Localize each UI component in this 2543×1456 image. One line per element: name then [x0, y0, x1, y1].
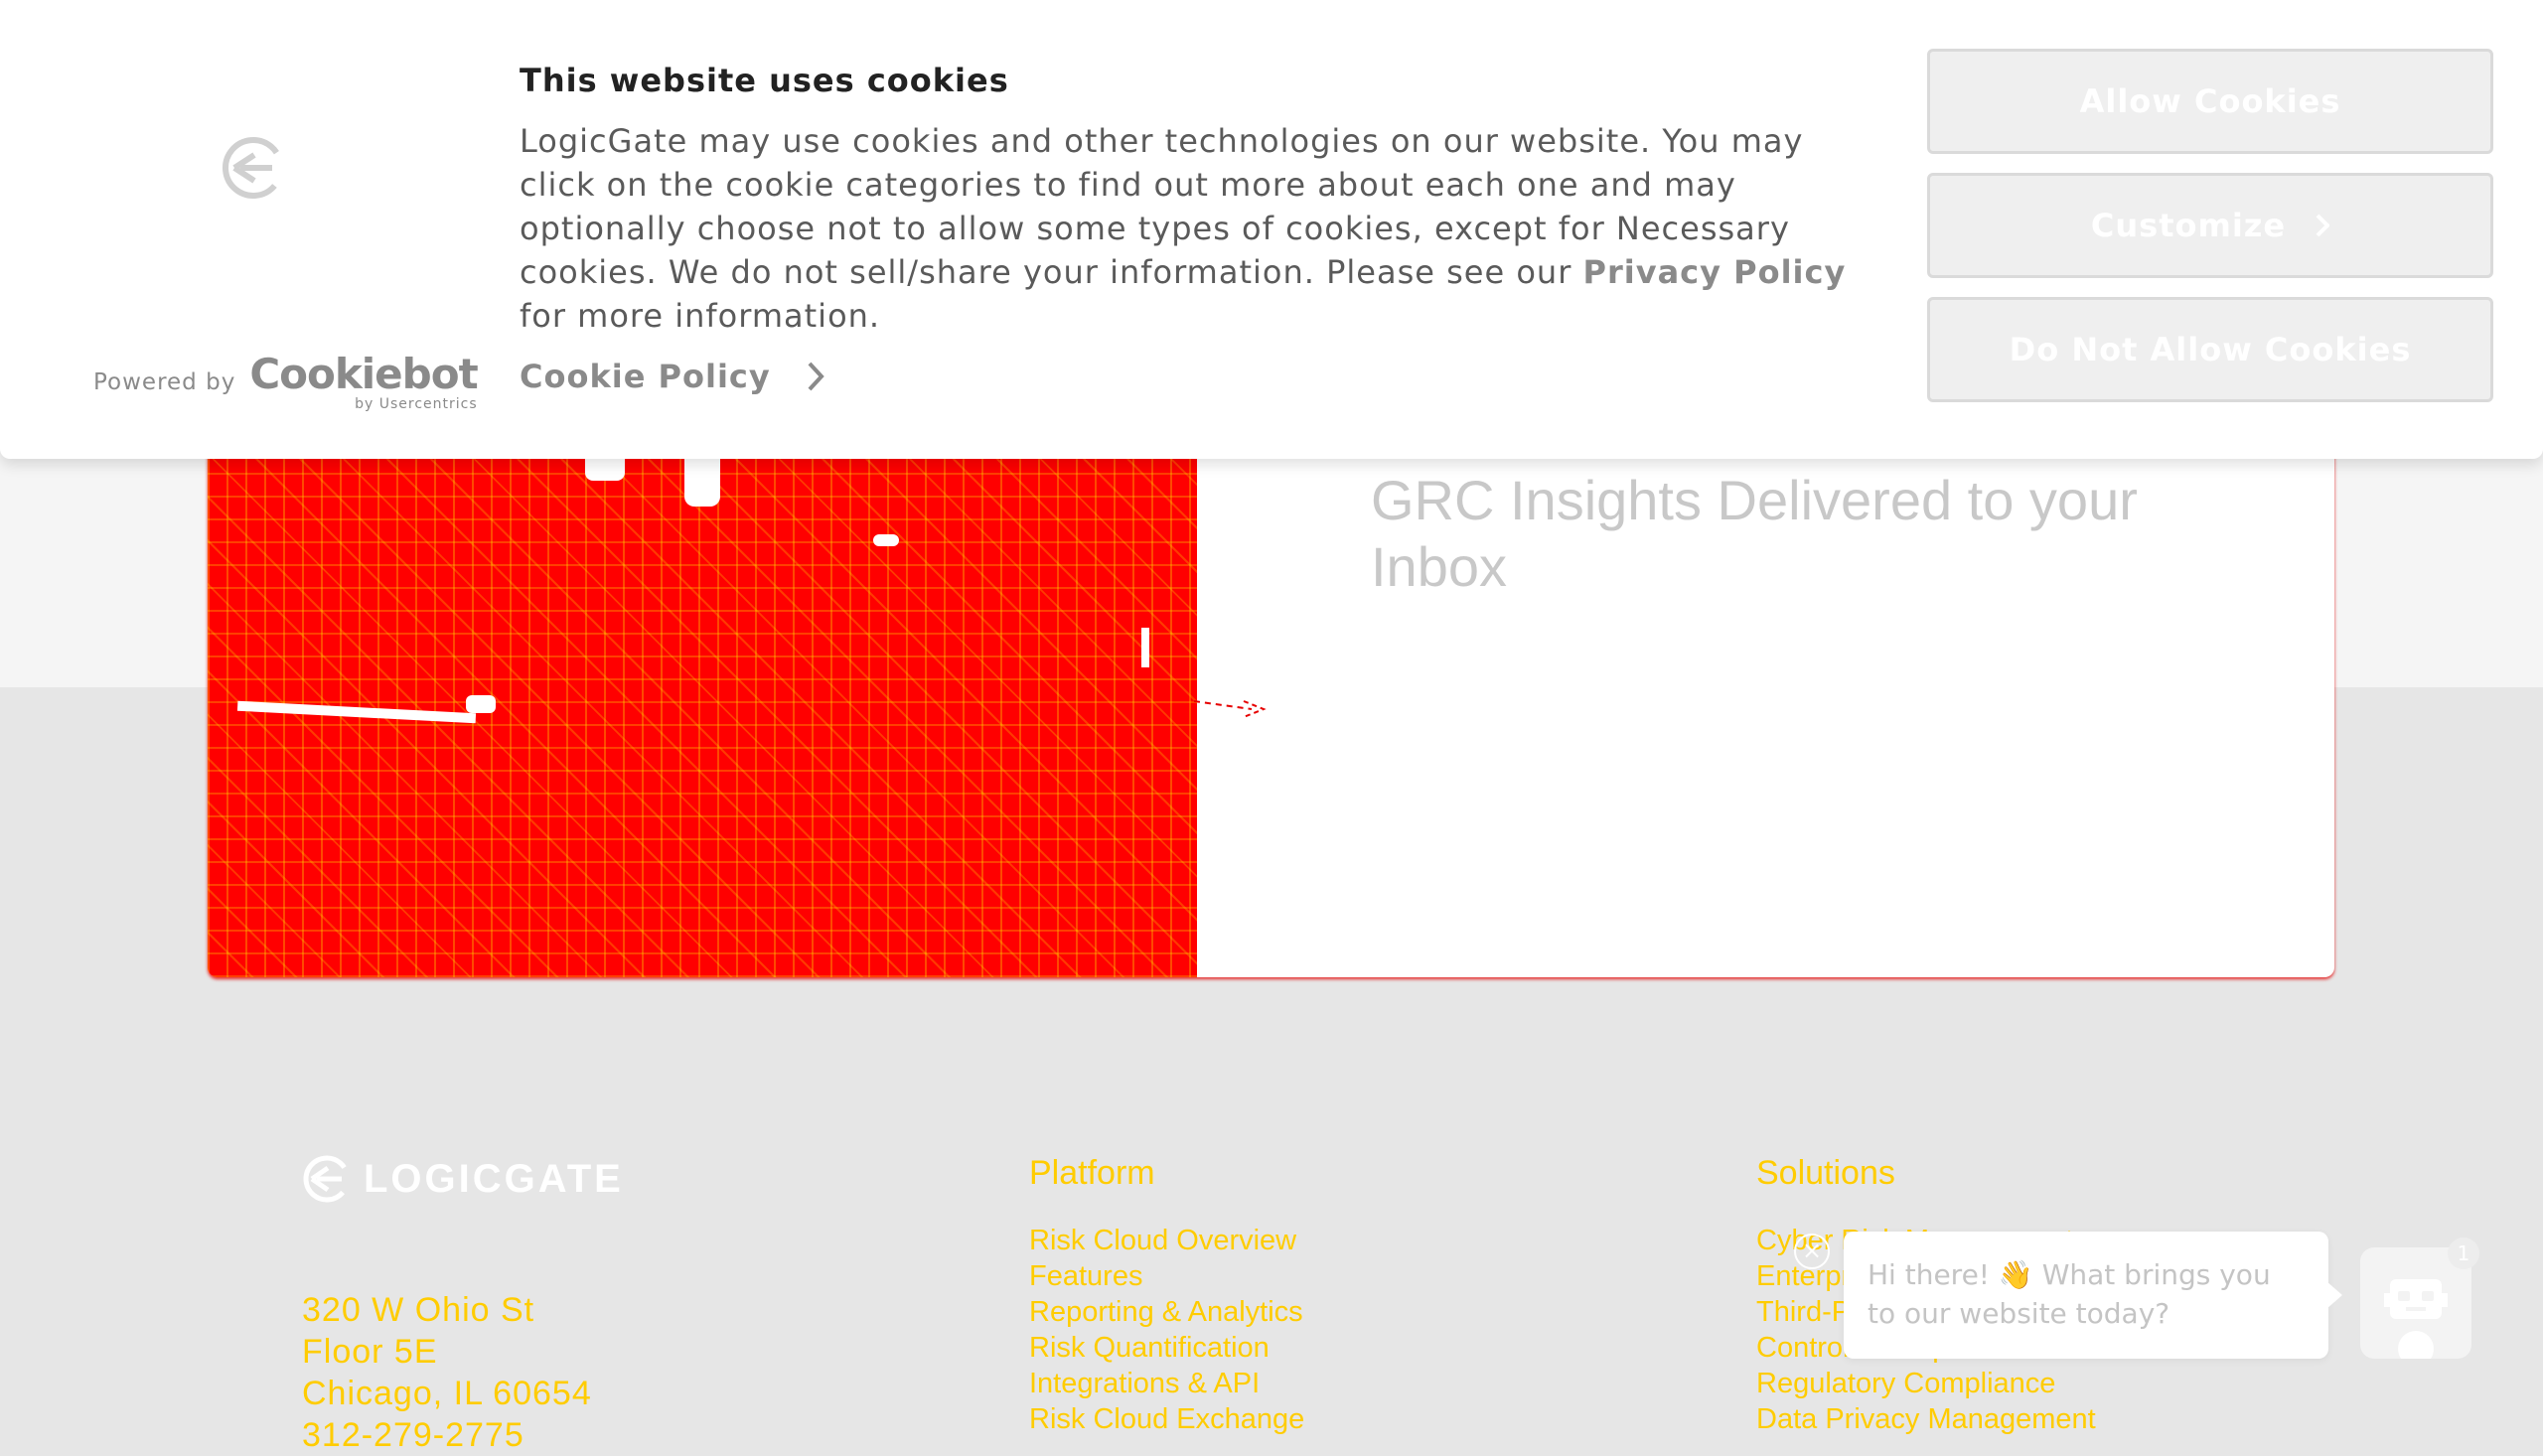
footer-link[interactable]: Data Privacy Management [1756, 1401, 2139, 1437]
address-line: Floor 5E [302, 1333, 438, 1371]
chevron-right-icon [808, 362, 824, 391]
notification-badge: 1 [2448, 1238, 2479, 1269]
footer-heading-platform: Platform [1029, 1154, 1155, 1192]
privacy-policy-link[interactable]: Privacy Policy [1583, 253, 1847, 291]
chevron-right-icon [2316, 214, 2330, 237]
customize-label: Customize [2090, 207, 2287, 244]
deny-cookies-label: Do Not Allow Cookies [2009, 331, 2412, 368]
footer-platform-column: Platform Risk Cloud Overview Features Re… [1029, 1154, 1304, 1437]
footer-link[interactable]: Risk Cloud Exchange [1029, 1401, 1304, 1437]
cookie-description: LogicGate may use cookies and other tech… [520, 119, 1870, 338]
powered-by-label: Powered by [93, 369, 236, 395]
cookie-policy-link[interactable]: Cookie Policy [520, 358, 824, 395]
chat-greeting-bubble[interactable]: Hi there! 👋 What brings you to our websi… [1844, 1232, 2342, 1359]
footer-heading-solutions: Solutions [1756, 1154, 1895, 1192]
chat-close-icon[interactable]: × [1794, 1234, 1830, 1269]
cookiebot-logo[interactable]: Cookiebot by Usercentrics [249, 350, 478, 412]
cookiebot-sub: by Usercentrics [355, 396, 478, 412]
cookie-heading: This website uses cookies [520, 62, 1009, 99]
powered-by: Powered by Cookiebot by Usercentrics [93, 350, 479, 412]
footer-link[interactable]: Risk Quantification [1029, 1330, 1304, 1366]
chat-message: Hi there! 👋 What brings you to our websi… [1868, 1258, 2271, 1330]
footer-logo[interactable]: LOGICGATE [302, 1154, 624, 1204]
cookiebot-name: Cookiebot [249, 350, 478, 398]
customize-button[interactable]: Customize [1927, 173, 2493, 278]
arrow-icon [1193, 700, 1267, 718]
newsletter-title: GRC Insights Delivered to your Inbox [1371, 469, 2138, 598]
footer-link[interactable]: Reporting & Analytics [1029, 1294, 1304, 1330]
footer-link[interactable]: Features [1029, 1258, 1304, 1294]
footer-link[interactable]: Integrations & API [1029, 1366, 1304, 1401]
logicgate-logo-icon [303, 1155, 351, 1203]
newsletter-image [208, 437, 1197, 977]
allow-cookies-button[interactable]: Allow Cookies [1927, 49, 2493, 154]
footer-link[interactable]: Risk Cloud Overview [1029, 1223, 1304, 1258]
logicgate-logo-icon [223, 137, 284, 199]
cookie-banner: Powered by Cookiebot by Usercentrics Thi… [0, 0, 2543, 459]
cookie-body-text-end: for more information. [520, 297, 881, 335]
phone-number[interactable]: 312-279-2775 [302, 1414, 592, 1456]
allow-cookies-label: Allow Cookies [2079, 82, 2341, 120]
address-line: 320 W Ohio St [302, 1291, 535, 1329]
address-line: Chicago, IL 60654 [302, 1375, 592, 1412]
footer-link[interactable]: Regulatory Compliance [1756, 1366, 2139, 1401]
do-not-allow-cookies-button[interactable]: Do Not Allow Cookies [1927, 297, 2493, 402]
cookie-policy-label: Cookie Policy [520, 358, 771, 395]
logo-wordmark: LOGICGATE [364, 1156, 624, 1201]
footer-address: 320 W Ohio St Floor 5E Chicago, IL 60654… [302, 1289, 592, 1456]
